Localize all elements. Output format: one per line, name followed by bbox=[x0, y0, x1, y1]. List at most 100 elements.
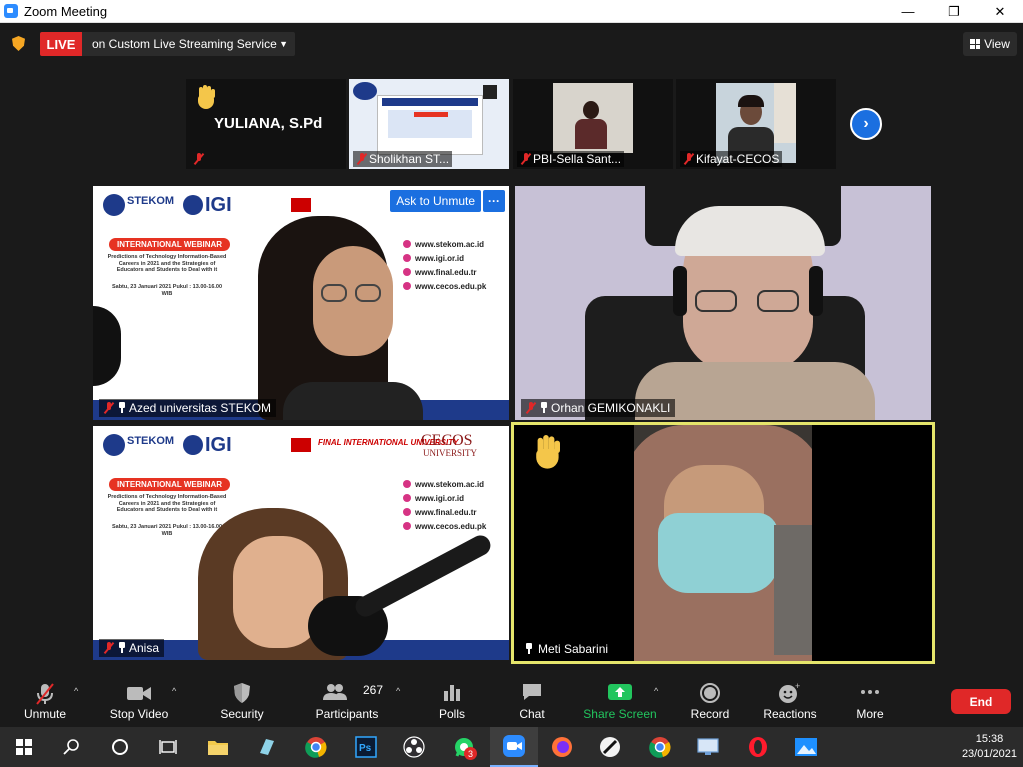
remote-desktop-button[interactable] bbox=[684, 727, 732, 767]
windows-taskbar: Ps 3 15:38 23/01/2021 bbox=[0, 727, 1023, 767]
strip-tile-kifayat[interactable]: Kifayat-CECOS bbox=[676, 79, 836, 169]
final-logo-icon bbox=[291, 438, 311, 452]
glasses-icon bbox=[695, 290, 737, 312]
stop-video-button[interactable]: Stop Video bbox=[108, 678, 170, 726]
notepad-app-button[interactable] bbox=[242, 727, 290, 767]
start-button[interactable] bbox=[0, 727, 48, 767]
ask-to-unmute-button[interactable]: Ask to Unmute bbox=[390, 190, 481, 212]
opera-icon bbox=[749, 737, 767, 757]
reactions-button[interactable]: + Reactions bbox=[762, 678, 818, 726]
url-item: www.stekom.ac.id bbox=[403, 238, 486, 252]
caret-up-icon[interactable]: ^ bbox=[396, 686, 400, 696]
caret-up-icon[interactable]: ^ bbox=[172, 686, 176, 696]
video-tile-anisa[interactable]: STEKOM IGI FINAL INTERNATIONAL UNIVERSIT… bbox=[93, 426, 509, 660]
glasses-icon bbox=[321, 284, 347, 302]
restore-button[interactable]: ❐ bbox=[931, 0, 977, 23]
task-view-button[interactable] bbox=[144, 727, 192, 767]
pin-icon bbox=[118, 402, 126, 413]
more-label: More bbox=[856, 707, 884, 721]
window-title: Zoom Meeting bbox=[24, 3, 108, 19]
security-button[interactable]: Security bbox=[215, 678, 269, 726]
caret-up-icon[interactable]: ^ bbox=[74, 686, 78, 696]
task-view-icon bbox=[159, 740, 177, 754]
caret-up-icon[interactable]: ^ bbox=[654, 686, 658, 696]
chrome-button[interactable] bbox=[292, 727, 340, 767]
svg-text:Ps: Ps bbox=[359, 743, 372, 754]
share-screen-button[interactable]: Share Screen bbox=[583, 678, 657, 726]
url-item: www.cecos.edu.pk bbox=[403, 280, 486, 294]
security-shield-icon[interactable] bbox=[12, 36, 25, 51]
video-tile-azed[interactable]: STEKOM IGI INTERNATIONAL WEBINAR Predict… bbox=[93, 186, 509, 420]
view-button[interactable]: View bbox=[963, 32, 1017, 56]
polls-label: Polls bbox=[438, 707, 465, 721]
obs-icon bbox=[403, 736, 425, 758]
system-clock[interactable]: 15:38 23/01/2021 bbox=[962, 732, 1017, 762]
live-badge[interactable]: LIVE bbox=[40, 32, 82, 56]
zoom-app-icon bbox=[503, 735, 525, 757]
search-button[interactable] bbox=[48, 727, 96, 767]
live-service-dropdown[interactable]: on Custom Live Streaming Service ▼ bbox=[82, 32, 295, 56]
chevron-right-icon: › bbox=[863, 115, 869, 132]
participants-button[interactable]: 267 Participants bbox=[313, 678, 383, 726]
final-logo-icon bbox=[291, 198, 311, 212]
record-button[interactable]: Record bbox=[688, 678, 732, 726]
chrome-profile-button[interactable] bbox=[636, 727, 684, 767]
participant-name-label: Meti Sabarini bbox=[520, 640, 614, 658]
stekom-logo-icon bbox=[103, 434, 125, 456]
firefox-button[interactable] bbox=[538, 727, 586, 767]
stekom-label: STEKOM bbox=[127, 195, 175, 207]
polls-button[interactable]: Polls bbox=[432, 678, 472, 726]
pen-app-button[interactable] bbox=[586, 727, 634, 767]
strip-tile-sella[interactable]: PBI-Sella Sant... bbox=[513, 79, 673, 169]
url-item: www.final.edu.tr bbox=[403, 266, 486, 280]
meeting-toolbar: Unmute ^ Stop Video ^ Security 267 Parti… bbox=[0, 678, 1023, 726]
muted-mic-icon bbox=[194, 153, 204, 165]
record-icon bbox=[700, 683, 720, 703]
glasses-icon bbox=[355, 284, 381, 302]
muted-mic-icon bbox=[104, 402, 114, 414]
end-meeting-button[interactable]: End bbox=[951, 689, 1011, 714]
obs-button[interactable] bbox=[390, 727, 438, 767]
opera-button[interactable] bbox=[734, 727, 782, 767]
video-tile-meti[interactable]: Meti Sabarini bbox=[511, 422, 935, 664]
participant-name: Azed universitas STEKOM bbox=[129, 401, 272, 415]
whatsapp-button[interactable]: 3 bbox=[440, 727, 488, 767]
minimize-button[interactable]: — bbox=[885, 0, 931, 23]
face-mask bbox=[658, 513, 778, 593]
zoom-app-button[interactable] bbox=[490, 727, 538, 767]
participant-name: Kifayat-CECOS bbox=[680, 151, 783, 167]
chat-button[interactable]: Chat bbox=[512, 678, 552, 726]
next-page-button[interactable]: › bbox=[850, 108, 882, 140]
record-label: Record bbox=[690, 707, 730, 721]
participant-body bbox=[283, 382, 423, 420]
muted-mic-icon bbox=[684, 153, 694, 165]
chrome-icon bbox=[649, 737, 671, 758]
caret-down-icon: ▼ bbox=[279, 39, 288, 49]
igi-label: IGI bbox=[183, 194, 232, 216]
unmute-button[interactable]: Unmute bbox=[18, 678, 72, 726]
video-tile-orhan[interactable]: Orhan GEMIKONAKLI bbox=[515, 186, 931, 420]
close-button[interactable]: ✕ bbox=[977, 0, 1023, 23]
headphone-icon bbox=[673, 266, 687, 316]
firefox-icon bbox=[552, 737, 572, 757]
webinar-description: Predictions of Technology Information-Ba… bbox=[107, 494, 227, 514]
qr-code-icon bbox=[483, 85, 497, 99]
monitor-icon bbox=[697, 738, 719, 755]
strip-tile-sholikhan[interactable]: Sholikhan ST... bbox=[349, 79, 509, 169]
photoshop-button[interactable]: Ps bbox=[342, 727, 390, 767]
participant-hair bbox=[675, 206, 825, 256]
cortana-button[interactable] bbox=[96, 727, 144, 767]
svg-text:+: + bbox=[795, 682, 800, 691]
url-item: www.final.edu.tr bbox=[403, 506, 486, 520]
pin-icon bbox=[525, 643, 533, 654]
stekom-logo-icon bbox=[353, 82, 377, 100]
participant-name-label: Anisa bbox=[99, 639, 165, 657]
stekom-logo-icon bbox=[103, 194, 125, 216]
photos-button[interactable] bbox=[782, 727, 830, 767]
stop-video-label: Stop Video bbox=[109, 707, 169, 721]
more-button[interactable]: More bbox=[852, 678, 888, 726]
file-explorer-button[interactable] bbox=[194, 727, 242, 767]
tile-more-options-button[interactable]: ··· bbox=[483, 190, 505, 212]
strip-tile-yuliana[interactable]: YULIANA, S.Pd bbox=[186, 79, 346, 169]
muted-mic-icon bbox=[357, 153, 367, 165]
